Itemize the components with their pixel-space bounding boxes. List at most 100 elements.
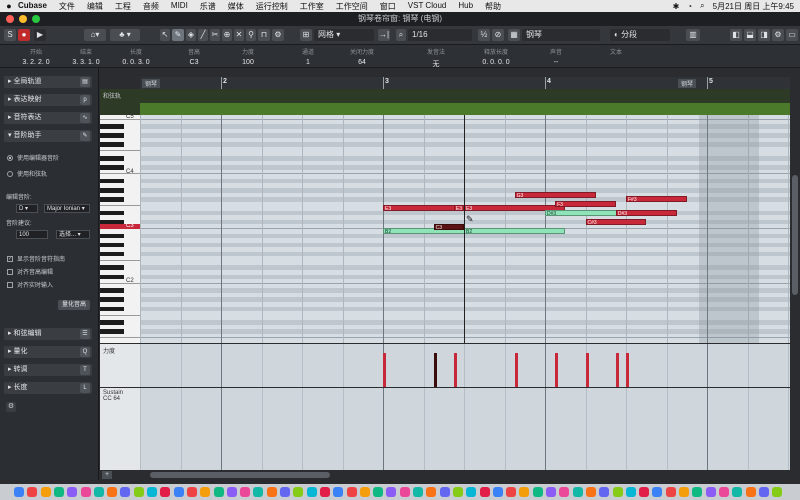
black-key[interactable] bbox=[100, 133, 124, 138]
midi-note[interactable]: B2 bbox=[464, 228, 566, 235]
mute-tool-icon[interactable]: ✕ bbox=[234, 29, 244, 41]
menu-item[interactable]: 编辑 bbox=[87, 1, 103, 12]
suggest-select[interactable]: 选择... ▾ bbox=[56, 230, 90, 239]
inspector-section-length[interactable]: ▸ 长度 L bbox=[4, 382, 92, 394]
menu-item[interactable]: MIDI bbox=[171, 1, 188, 12]
dock-app-icon[interactable] bbox=[373, 487, 384, 497]
glue-tool-icon[interactable]: ⊕ bbox=[222, 29, 232, 41]
dock-app-icon[interactable] bbox=[665, 487, 676, 497]
dock-app-icon[interactable] bbox=[439, 487, 450, 497]
inspector-section-note-expression[interactable]: ▸ 音符表达 ∿ bbox=[4, 112, 92, 124]
ruler-part-tag[interactable]: 钢琴 bbox=[142, 79, 161, 88]
dock-app-icon[interactable] bbox=[612, 487, 623, 497]
inspector-section-transpose[interactable]: ▸ 转调 T bbox=[4, 364, 92, 376]
dock-app-icon[interactable] bbox=[40, 487, 51, 497]
suggest-value-field[interactable]: 100 bbox=[16, 230, 48, 239]
add-lane-icon[interactable]: + bbox=[102, 471, 112, 479]
black-key[interactable] bbox=[100, 197, 124, 202]
midi-note[interactable]: G3 bbox=[514, 191, 596, 198]
inspector-section-chord-edit[interactable]: ▸ 和弦编辑 ☰ bbox=[4, 328, 92, 340]
quantize-pitch-button[interactable]: 量化音高 bbox=[58, 300, 90, 310]
black-key[interactable] bbox=[100, 297, 124, 302]
snap-toggle-icon[interactable]: ⊞ bbox=[300, 29, 312, 41]
info-field-value[interactable]: C3 bbox=[168, 59, 220, 66]
dock-app-icon[interactable] bbox=[53, 487, 64, 497]
dock-app-icon[interactable] bbox=[67, 487, 78, 497]
dock-app-icon[interactable] bbox=[572, 487, 583, 497]
magnet-icon[interactable]: ⊓ bbox=[258, 29, 270, 41]
info-field[interactable]: 声音 -- bbox=[530, 47, 582, 66]
dock-app-icon[interactable] bbox=[452, 487, 463, 497]
menu-item[interactable]: 工作室 bbox=[300, 1, 324, 12]
info-field[interactable]: 释放长度 0. 0. 0. 0 bbox=[470, 47, 522, 66]
note-grid[interactable]: E3 B2 C3 E3 E3 B2 G3 F3 D#3 C#3 D#3 F#3 ✎ bbox=[140, 115, 790, 343]
dock-app-icon[interactable] bbox=[160, 487, 171, 497]
scale-type-select[interactable]: Major Ionian ▾ bbox=[44, 204, 90, 213]
velocity-bar[interactable] bbox=[555, 353, 559, 387]
vertical-scroll-thumb[interactable] bbox=[792, 175, 798, 295]
keyboard-icon[interactable]: ▥ bbox=[686, 29, 700, 41]
dock-app-icon[interactable] bbox=[692, 487, 703, 497]
midi-note[interactable]: D#3 bbox=[615, 210, 677, 217]
radio-use-chord-track[interactable]: 使用和弦轨 bbox=[7, 169, 47, 178]
info-field-value[interactable]: 64 bbox=[336, 59, 388, 66]
right-zone-icon[interactable]: ◨ bbox=[758, 29, 770, 41]
quantize-select[interactable]: 1/16 bbox=[408, 29, 472, 41]
menu-item[interactable]: 工程 bbox=[115, 1, 131, 12]
dock-app-icon[interactable] bbox=[213, 487, 224, 497]
dock-app-icon[interactable] bbox=[280, 487, 290, 497]
dock-app-icon[interactable] bbox=[147, 487, 157, 497]
dock-app-icon[interactable] bbox=[200, 487, 211, 497]
info-field[interactable]: 开始 3. 2. 2. 0 bbox=[10, 47, 62, 66]
line-tool-icon[interactable]: ╱ bbox=[198, 29, 208, 41]
home-icon[interactable]: ⌂▾ bbox=[84, 29, 106, 41]
dock-app-icon[interactable] bbox=[333, 487, 344, 497]
inspector-section-scale-assistant[interactable]: ▾ 音阶助手 ✎ bbox=[4, 130, 92, 142]
info-field-value[interactable]: 0. 0. 3. 0 bbox=[110, 59, 162, 66]
dock-app-icon[interactable] bbox=[319, 487, 330, 497]
zoom-window-button[interactable] bbox=[32, 15, 40, 23]
info-field-value[interactable]: 1 bbox=[282, 59, 334, 66]
menu-item[interactable]: 帮助 bbox=[485, 1, 501, 12]
menu-item[interactable]: 媒体 bbox=[228, 1, 244, 12]
dock-app-icon[interactable] bbox=[718, 487, 729, 497]
cc-lane-header[interactable]: Sustain CC 64 bbox=[100, 388, 140, 470]
horizontal-scrollbar[interactable]: + bbox=[100, 470, 790, 480]
dock-app-icon[interactable] bbox=[133, 487, 144, 497]
info-field[interactable]: 通道 1 bbox=[282, 47, 334, 66]
black-key[interactable] bbox=[100, 142, 124, 147]
dock-app-icon[interactable] bbox=[492, 487, 503, 497]
dock-app-icon[interactable] bbox=[93, 487, 104, 497]
dock-app-icon[interactable] bbox=[27, 487, 38, 497]
horizontal-scroll-thumb[interactable] bbox=[150, 472, 330, 478]
dock-app-icon[interactable] bbox=[732, 487, 743, 497]
dock-app-icon[interactable] bbox=[226, 487, 237, 497]
inspector-settings-icon[interactable]: ⚙ bbox=[6, 402, 16, 412]
record-button[interactable]: ● bbox=[18, 29, 30, 41]
dock-app-icon[interactable] bbox=[519, 487, 530, 497]
black-key[interactable] bbox=[100, 178, 124, 184]
info-field-value[interactable]: 无 bbox=[410, 59, 462, 69]
chord-track[interactable]: 和弦轨 bbox=[100, 89, 790, 115]
setup-window-icon[interactable]: ⚙ bbox=[772, 29, 784, 41]
black-key[interactable] bbox=[100, 320, 124, 325]
dock-app-icon[interactable] bbox=[266, 487, 277, 497]
wifi-icon[interactable]: ◔ bbox=[687, 2, 692, 11]
dock-app-icon[interactable] bbox=[639, 487, 650, 497]
chord-track-lane[interactable] bbox=[140, 103, 790, 115]
dock-app-icon[interactable] bbox=[506, 487, 517, 497]
dock-app-icon[interactable] bbox=[559, 487, 570, 497]
info-field[interactable]: 结束 3. 3. 1. 0 bbox=[60, 47, 112, 66]
velocity-bar[interactable] bbox=[615, 353, 619, 387]
check-snap-pitch[interactable]: 对齐音高编辑 bbox=[7, 267, 53, 276]
snap-type-select[interactable]: 网格 ▾ bbox=[314, 29, 374, 41]
dock-app-icon[interactable] bbox=[413, 487, 423, 497]
white-key[interactable] bbox=[100, 338, 140, 343]
dock-app-icon[interactable] bbox=[173, 487, 184, 497]
dock-app-icon[interactable] bbox=[253, 487, 264, 497]
draw-tool-icon[interactable]: ✎ bbox=[172, 29, 184, 41]
black-key[interactable] bbox=[100, 233, 124, 239]
segment-select[interactable]: ◐ 分段 bbox=[610, 29, 670, 41]
info-field-value[interactable]: 3. 3. 1. 0 bbox=[60, 59, 112, 66]
info-field-value[interactable]: 100 bbox=[222, 59, 274, 66]
